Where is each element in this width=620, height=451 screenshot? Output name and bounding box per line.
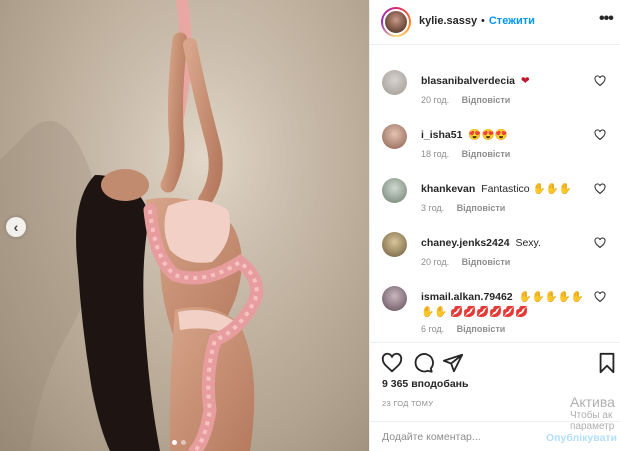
commenter-username[interactable]: chaney.jenks2424 [421,237,510,249]
reply-button[interactable]: Відповісти [457,203,506,213]
comment-time[interactable]: 20 год. [421,95,449,105]
reply-button[interactable]: Відповісти [457,324,506,334]
comment-item: chaney.jenks2424 Sexy. 20 год. Відповіст… [370,232,620,286]
author-avatar[interactable] [381,7,411,37]
comment-time[interactable]: 20 год. [421,257,449,267]
carousel-dot [181,440,186,445]
comment-time[interactable]: 6 год. [421,324,444,334]
previous-slide-button[interactable]: ‹ [6,217,26,237]
comment-item: ismail.alkan.79462 ✋✋✋✋✋✋✋ 💋💋💋💋💋💋 6 год.… [370,286,620,342]
comment-body: i_isha51 😍😍😍 [421,128,591,143]
comment-body: khankevan Fantastico ✋✋✋ [421,182,591,197]
comment-text: ❤ [520,75,530,87]
like-comment-icon[interactable] [594,183,606,195]
photo-illustration [0,0,369,451]
comment-item: blasanibalverdecia ❤ 20 год. Відповісти [370,70,620,124]
commenter-avatar[interactable] [382,232,407,257]
commenter-username[interactable]: khankevan [421,183,475,195]
comment-item: i_isha51 😍😍😍 18 год. Відповісти [370,124,620,178]
bookmark-icon[interactable] [596,352,618,374]
post-timestamp[interactable]: 23 ГОД ТОМУ [382,399,433,408]
comment-time[interactable]: 18 год. [421,149,449,159]
post-header: kylie.sassy • Стежити ••• [370,0,620,45]
comment-meta: 20 год. Відповісти [421,257,510,267]
comment-body: ismail.alkan.79462 ✋✋✋✋✋✋✋ 💋💋💋💋💋💋 [421,290,591,320]
comment-body: chaney.jenks2424 Sexy. [421,236,591,251]
commenter-username[interactable]: ismail.alkan.79462 [421,291,513,303]
commenter-avatar[interactable] [382,124,407,149]
commenter-username[interactable]: i_isha51 [421,129,462,141]
post-photo[interactable]: ‹ [0,0,369,451]
commenter-username[interactable]: blasanibalverdecia [421,75,515,87]
comment-item: khankevan Fantastico ✋✋✋ 3 год. Відповіс… [370,178,620,232]
like-comment-icon[interactable] [594,129,606,141]
comment-text: Sexy. [515,237,541,249]
comment-text: Fantastico ✋✋✋ [481,183,572,195]
watermark-line-1: Чтобы ак [570,410,613,421]
commenter-avatar[interactable] [382,178,407,203]
likes-count[interactable]: 9 365 вподобань [382,378,468,390]
more-options-icon[interactable]: ••• [599,10,614,28]
publish-button[interactable]: Опублікувати [546,432,617,444]
carousel-dot-active [172,440,177,445]
comment-meta: 6 год. Відповісти [421,324,505,334]
watermark-line-2: параметр [570,421,615,432]
watermark-title: Актива [570,394,615,410]
reply-button[interactable]: Відповісти [462,257,511,267]
chevron-left-icon: ‹ [13,219,19,235]
carousel-indicator [172,440,186,445]
share-icon[interactable] [442,352,464,374]
like-comment-icon[interactable] [594,291,606,303]
like-comment-icon[interactable] [594,237,606,249]
like-icon[interactable] [381,352,403,374]
reply-button[interactable]: Відповісти [462,149,511,159]
post-side-panel: kylie.sassy • Стежити ••• blasanibalverde… [369,0,620,451]
comment-meta: 18 год. Відповісти [421,149,510,159]
author-username[interactable]: kylie.sassy [419,15,477,27]
comment-time[interactable]: 3 год. [421,203,444,213]
commenter-avatar[interactable] [382,70,407,95]
comment-icon[interactable] [412,352,434,374]
comment-text: 😍😍😍 [468,129,508,141]
like-comment-icon[interactable] [594,75,606,87]
comments-list: blasanibalverdecia ❤ 20 год. Відповісти … [370,46,620,342]
comment-input[interactable] [382,431,547,443]
follow-button[interactable]: • Стежити [481,15,535,27]
comment-meta: 3 год. Відповісти [421,203,505,213]
comment-meta: 20 год. Відповісти [421,95,510,105]
follow-label: Стежити [488,15,535,27]
reply-button[interactable]: Відповісти [462,95,511,105]
windows-activation-watermark: Актива Чтобы ак параметр [570,394,615,432]
comment-body: blasanibalverdecia ❤ [421,74,591,89]
header-separator: • [481,15,485,27]
commenter-avatar[interactable] [382,286,407,311]
